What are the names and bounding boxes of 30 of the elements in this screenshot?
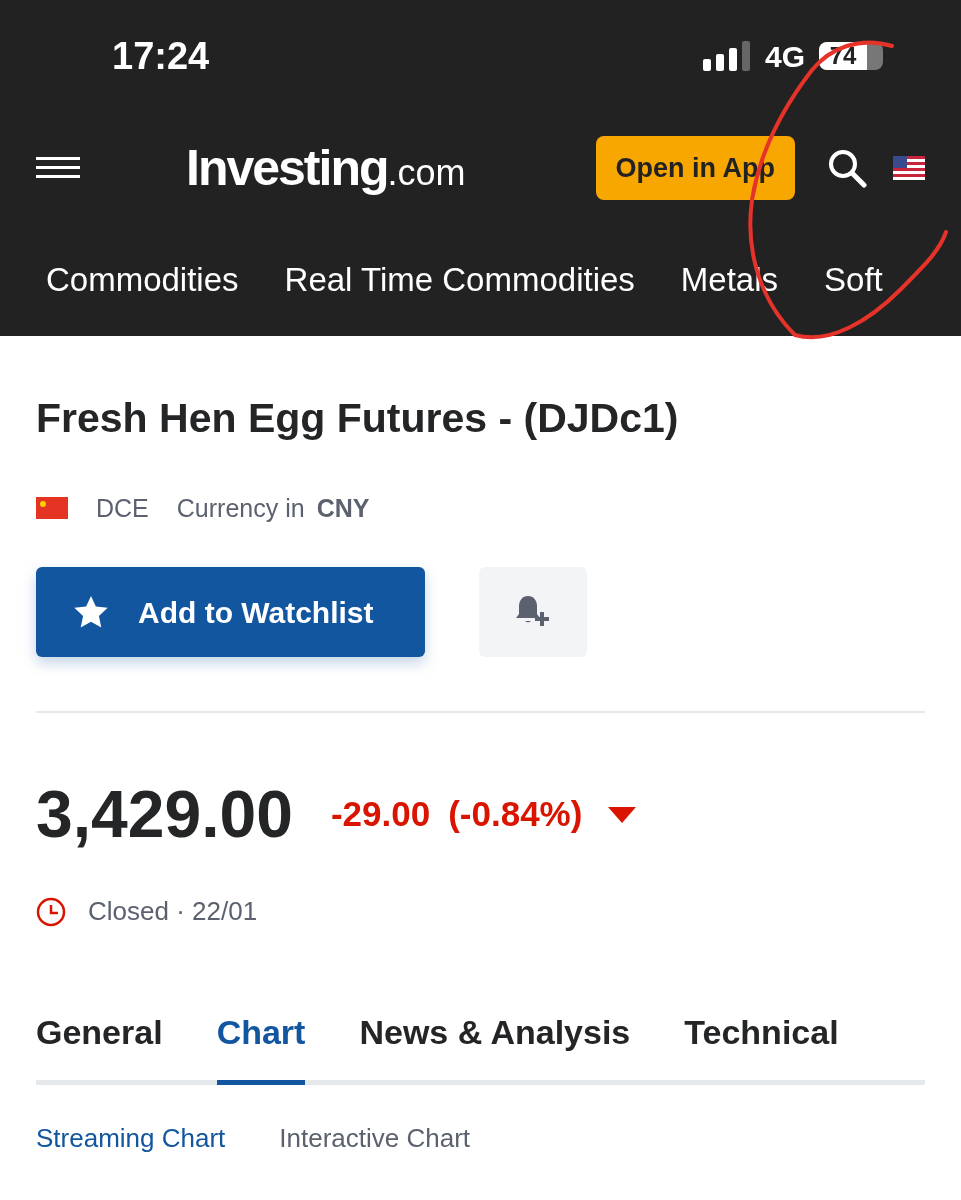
exchange-label: DCE — [96, 492, 149, 524]
add-to-watchlist-button[interactable]: Add to Watchlist — [36, 567, 425, 657]
tab[interactable]: News & Analysis — [359, 1007, 631, 1085]
open-in-app-button[interactable]: Open in App — [595, 136, 795, 200]
price-change: -29.00 — [330, 793, 431, 836]
logo[interactable]: Investing.com — [186, 130, 466, 206]
currency-value: CNY — [316, 492, 370, 524]
status-time: 17:24 — [112, 33, 210, 79]
flag-icon[interactable] — [893, 156, 925, 180]
star-icon — [74, 596, 108, 628]
network-label: 4G — [764, 38, 805, 75]
market-status: Closed · 22/01 — [88, 895, 258, 928]
price-change-percent: (-0.84%) — [448, 793, 583, 836]
tab[interactable]: Chart — [216, 1007, 306, 1085]
tab[interactable]: Technical — [684, 1007, 839, 1085]
instrument-title: Fresh Hen Egg Futures - (DJDc1) — [36, 394, 680, 443]
menu-icon[interactable] — [36, 157, 80, 179]
nav-link[interactable]: Commodities — [46, 255, 239, 305]
price-value: 3,429.00 — [36, 776, 293, 853]
nav-link[interactable]: Soft — [824, 255, 883, 305]
alert-button[interactable] — [479, 567, 587, 657]
sub-tab[interactable]: Interactive Chart — [279, 1119, 471, 1158]
search-icon[interactable] — [827, 148, 867, 188]
signal-icon — [702, 41, 751, 71]
currency-label: Currency in — [176, 492, 305, 524]
clock-icon — [36, 896, 66, 927]
sub-tab[interactable]: Streaming Chart — [36, 1119, 226, 1158]
nav-link[interactable]: Real Time Commodities — [284, 255, 635, 305]
flag-icon — [36, 497, 68, 520]
tab[interactable]: General — [36, 1007, 163, 1085]
